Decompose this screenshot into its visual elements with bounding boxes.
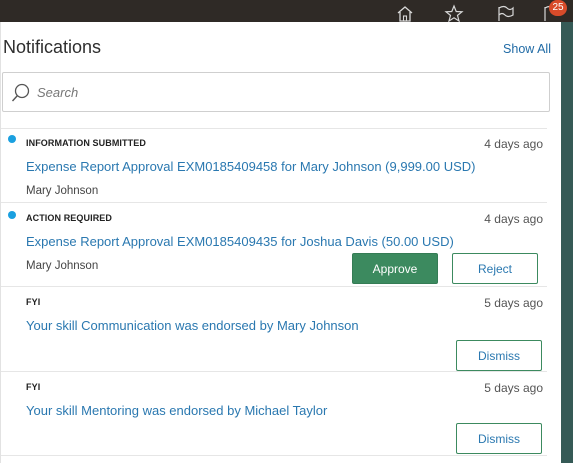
- notifications-panel: Notifications Show All INFORMATION SUBMI…: [0, 22, 561, 463]
- notification-time: 4 days ago: [484, 212, 543, 226]
- notification-title-link[interactable]: Expense Report Approval EXM0185409458 fo…: [26, 159, 475, 174]
- unread-dot-icon: [8, 135, 16, 143]
- dismiss-button[interactable]: Dismiss: [456, 340, 542, 371]
- panel-title: Notifications: [3, 37, 102, 57]
- notification-title-link[interactable]: Expense Report Approval EXM0185409435 fo…: [26, 234, 454, 249]
- reject-button[interactable]: Reject: [452, 253, 538, 284]
- notification-type: FYI: [26, 297, 41, 307]
- background-page-edge: [561, 22, 573, 463]
- approve-button[interactable]: Approve: [352, 253, 438, 284]
- notification-type: ACTION REQUIRED: [26, 213, 113, 223]
- notification-title-link[interactable]: Your skill Mentoring was endorsed by Mic…: [26, 403, 327, 418]
- notification-time: 5 days ago: [484, 296, 543, 310]
- notification-count-badge: 25: [549, 0, 567, 16]
- notification-type: INFORMATION SUBMITTED: [26, 138, 146, 148]
- notification-item[interactable]: FYI 5 days ago Your skill Mentoring was …: [1, 372, 547, 456]
- notification-type: FYI: [26, 382, 41, 392]
- global-header: 25: [0, 0, 573, 22]
- notification-title-link[interactable]: Your skill Communication was endorsed by…: [26, 318, 359, 333]
- flag-icon[interactable]: [494, 4, 516, 22]
- notification-sender: Mary Johnson: [26, 260, 99, 272]
- search-input[interactable]: [37, 82, 537, 102]
- favorites-star-icon[interactable]: [443, 4, 465, 22]
- unread-dot-icon: [8, 211, 16, 219]
- notification-item[interactable]: FYI 5 days ago Your skill Communication …: [1, 287, 547, 372]
- notification-time: 4 days ago: [484, 137, 543, 151]
- notification-sender: Mary Johnson: [26, 185, 99, 197]
- search-icon: [11, 82, 31, 109]
- show-all-link[interactable]: Show All: [503, 42, 551, 56]
- search-box[interactable]: [2, 72, 550, 112]
- home-icon[interactable]: [394, 4, 416, 22]
- notification-item[interactable]: INFORMATION SUBMITTED 4 days ago Expense…: [1, 129, 547, 203]
- notification-time: 5 days ago: [484, 381, 543, 395]
- notification-item[interactable]: ACTION REQUIRED 4 days ago Expense Repor…: [1, 203, 547, 287]
- dismiss-button[interactable]: Dismiss: [456, 423, 542, 454]
